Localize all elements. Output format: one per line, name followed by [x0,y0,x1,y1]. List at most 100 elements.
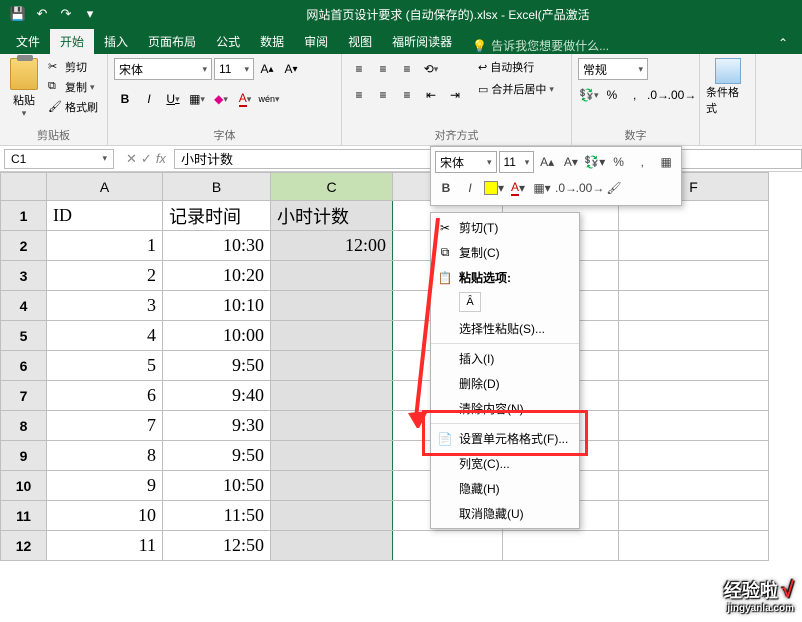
tell-me[interactable]: 💡告诉我您想要做什么... [472,37,609,54]
align-top-icon[interactable]: ≡ [348,58,370,80]
comma-icon[interactable]: , [624,84,645,106]
mt-decimal-inc-icon[interactable]: .0→ [555,177,577,199]
tab-formulas[interactable]: 公式 [206,29,250,54]
ribbon-collapse-icon[interactable]: ⌃ [770,32,796,54]
row-header[interactable]: 4 [1,291,47,321]
row-header[interactable]: 7 [1,381,47,411]
row-header[interactable]: 6 [1,351,47,381]
tab-review[interactable]: 审阅 [294,29,338,54]
redo-icon[interactable]: ↷ [58,6,74,22]
row-header[interactable]: 5 [1,321,47,351]
decrease-decimal-icon[interactable]: .00→ [671,84,693,106]
ctx-hide[interactable]: 隐藏(H) [431,476,579,501]
tab-insert[interactable]: 插入 [94,29,138,54]
tab-layout[interactable]: 页面布局 [138,29,206,54]
select-all-corner[interactable] [1,173,47,201]
tab-view[interactable]: 视图 [338,29,382,54]
phonetic-button[interactable]: wén▾ [258,88,280,110]
row-header[interactable]: 11 [1,501,47,531]
titlebar: 💾 ↶ ↷ ▾ 网站首页设计要求 (自动保存的).xlsx - Excel(产品… [0,0,802,28]
ctx-cut[interactable]: ✂剪切(T) [431,215,579,240]
row-header[interactable]: 2 [1,231,47,261]
ctx-paste-special[interactable]: 选择性粘贴(S)... [431,316,579,341]
merge-center-button[interactable]: ▭合并后居中▾ [476,80,556,98]
mt-currency-icon[interactable]: 💱▾ [584,151,606,173]
col-header-B[interactable]: B [163,173,271,201]
mt-grow-font-icon[interactable]: A▴ [536,151,558,173]
mt-cond-fmt-icon[interactable]: ▦ [655,151,677,173]
align-left-icon[interactable]: ≡ [348,84,370,106]
increase-indent-icon[interactable]: ⇥ [444,84,466,106]
currency-icon[interactable]: 💱▾ [578,84,599,106]
paste-button[interactable]: 粘贴 ▾ [6,58,42,125]
copy-button[interactable]: ⧉复制▾ [46,78,100,96]
cell[interactable]: ID [47,201,163,231]
ctx-unhide[interactable]: 取消隐藏(U) [431,501,579,526]
row-header[interactable]: 3 [1,261,47,291]
row-header[interactable]: 12 [1,531,47,561]
align-middle-icon[interactable]: ≡ [372,58,394,80]
font-color-button[interactable]: A▾ [234,88,256,110]
cut-button[interactable]: ✂剪切 [46,58,100,76]
row-header[interactable]: 1 [1,201,47,231]
fx-icon[interactable]: fx [156,151,166,167]
col-header-A[interactable]: A [47,173,163,201]
bold-button[interactable]: B [114,88,136,110]
tab-data[interactable]: 数据 [250,29,294,54]
fill-color-button[interactable]: ◆▾ [210,88,232,110]
underline-button[interactable]: U▾ [162,88,184,110]
border-button[interactable]: ▦▾ [186,88,208,110]
col-header-C[interactable]: C [271,173,393,201]
tab-file[interactable]: 文件 [6,29,50,54]
ctx-delete[interactable]: 删除(D) [431,371,579,396]
spreadsheet-grid[interactable]: A B C D E F 1 ID 记录时间 小时计数 2110:3012:00 … [0,172,769,561]
tab-foxit[interactable]: 福昕阅读器 [382,29,462,54]
window-title: 网站首页设计要求 (自动保存的).xlsx - Excel(产品激活 [98,6,798,23]
orientation-icon[interactable]: ⟲▾ [420,58,442,80]
copy-icon: ⧉ [437,245,453,261]
mt-size-select[interactable]: 11▾ [499,151,535,173]
increase-font-icon[interactable]: A▴ [256,58,278,80]
enter-formula-icon[interactable]: ✓ [141,151,152,167]
mt-painter-icon[interactable]: 🖌 [603,177,625,199]
row-header[interactable]: 8 [1,411,47,441]
mt-percent-icon[interactable]: % [608,151,630,173]
percent-icon[interactable]: % [601,84,622,106]
ctx-copy[interactable]: ⧉复制(C) [431,240,579,265]
qat-more-icon[interactable]: ▾ [82,6,98,22]
paste-keep-source-icon[interactable]: Ȃ [459,292,481,312]
font-family-select[interactable]: 宋体▾ [114,58,212,80]
row-header[interactable]: 10 [1,471,47,501]
number-format-select[interactable]: 常规▾ [578,58,648,80]
cell[interactable]: 记录时间 [163,201,271,231]
align-right-icon[interactable]: ≡ [396,84,418,106]
mt-bold-icon[interactable]: B [435,177,457,199]
mt-fill-icon[interactable]: ▾ [483,177,505,199]
conditional-format-button[interactable]: 条件格式 [706,58,749,143]
align-center-icon[interactable]: ≡ [372,84,394,106]
increase-decimal-icon[interactable]: .0→ [647,84,669,106]
mt-border-icon[interactable]: ▦▾ [531,177,553,199]
mt-italic-icon[interactable]: I [459,177,481,199]
mt-fontcolor-icon[interactable]: A▾ [507,177,529,199]
mt-comma-icon[interactable]: , [631,151,653,173]
cell[interactable]: 小时计数 [271,201,393,231]
cancel-formula-icon[interactable]: ✕ [126,151,137,167]
name-box[interactable]: C1▾ [4,149,114,169]
mt-font-select[interactable]: 宋体▾ [435,151,497,173]
ctx-insert[interactable]: 插入(I) [431,343,579,371]
save-icon[interactable]: 💾 [10,6,26,22]
tab-home[interactable]: 开始 [50,29,94,54]
italic-button[interactable]: I [138,88,160,110]
mt-decimal-dec-icon[interactable]: .00→ [579,177,601,199]
align-bottom-icon[interactable]: ≡ [396,58,418,80]
mt-shrink-font-icon[interactable]: A▾ [560,151,582,173]
wrap-text-button[interactable]: ↩自动换行 [476,58,556,76]
scissors-icon: ✂ [48,60,62,74]
row-header[interactable]: 9 [1,441,47,471]
decrease-font-icon[interactable]: A▾ [280,58,302,80]
undo-icon[interactable]: ↶ [34,6,50,22]
font-size-select[interactable]: 11▾ [214,58,254,80]
decrease-indent-icon[interactable]: ⇤ [420,84,442,106]
format-painter-button[interactable]: 🖌格式刷 [46,98,100,116]
